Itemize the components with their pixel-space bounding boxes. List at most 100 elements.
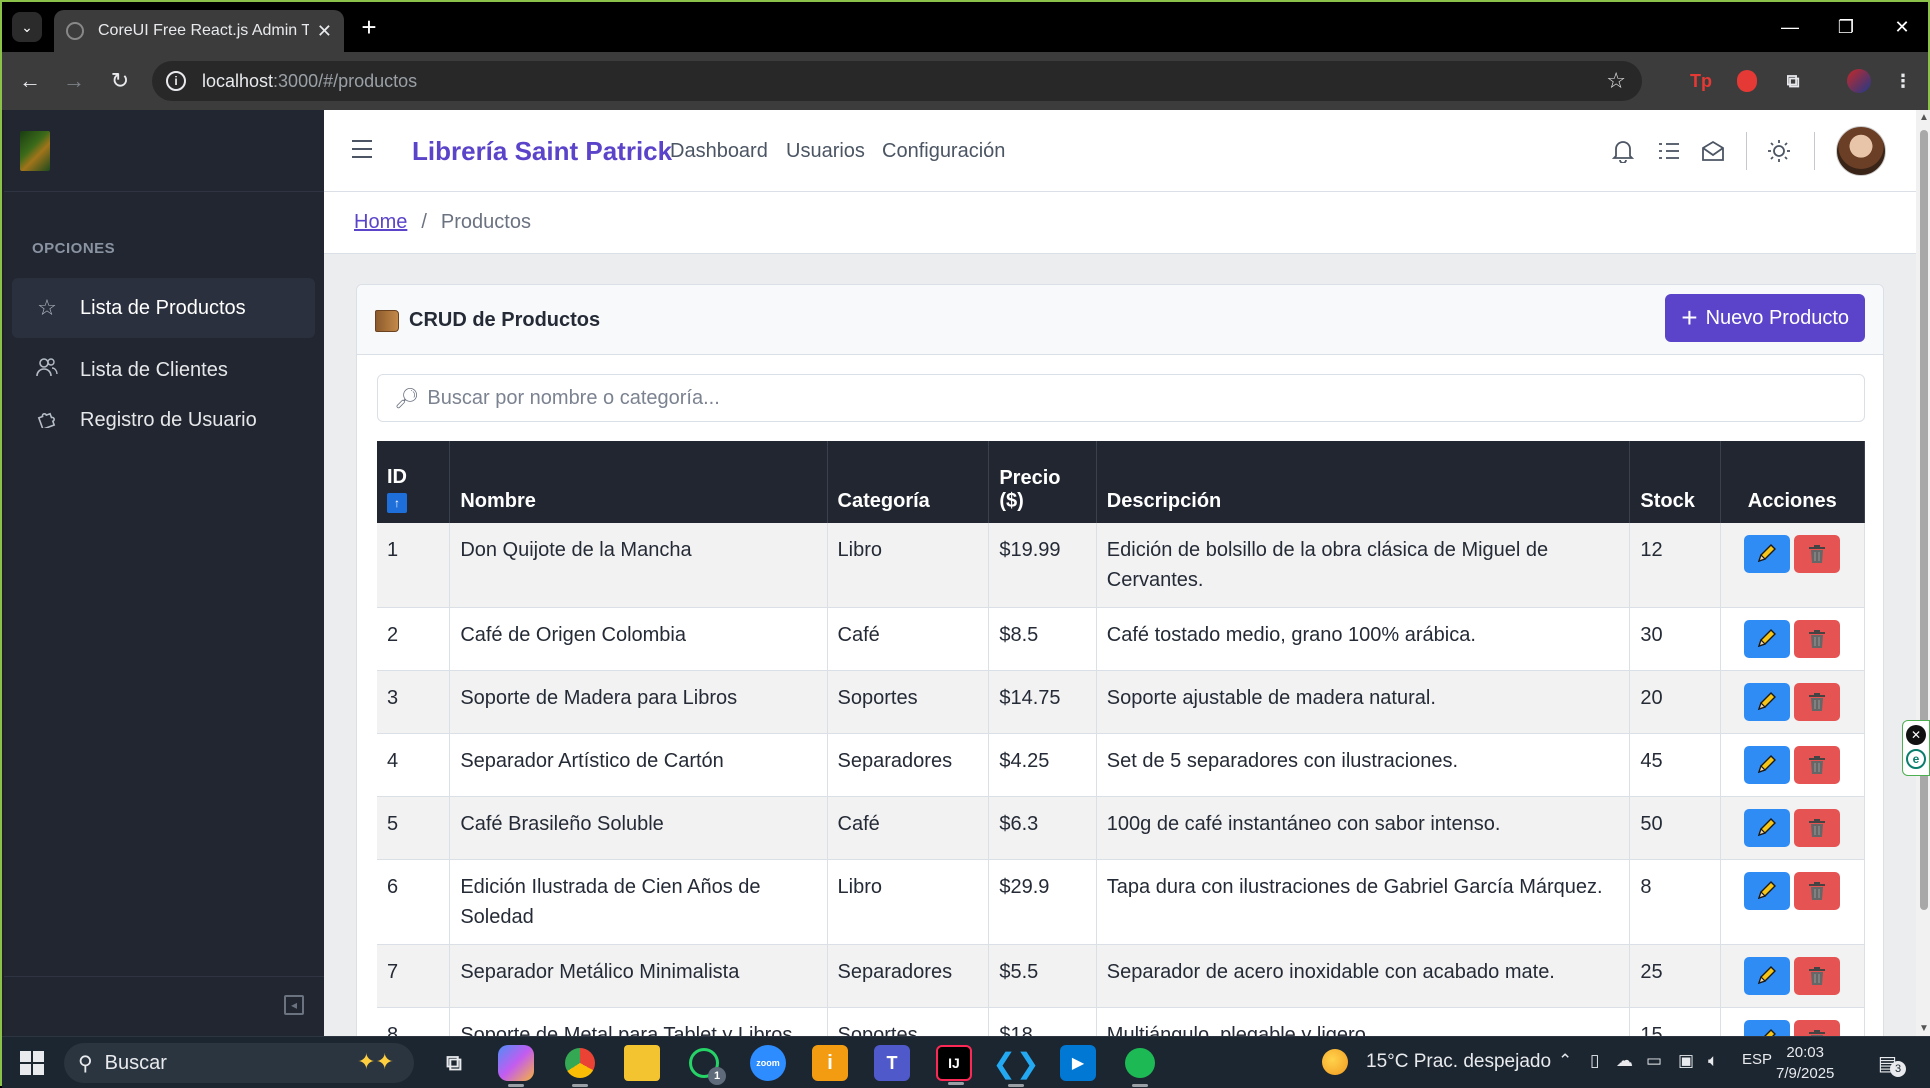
collapse-sidebar-icon[interactable]: ◂	[284, 995, 304, 1015]
tray-device-icon[interactable]: ▯	[1590, 1051, 1599, 1071]
nav-link-usuarios[interactable]: Usuarios	[786, 140, 865, 163]
whatsapp-app-icon[interactable]: 1	[686, 1045, 726, 1085]
envelope-icon[interactable]	[1700, 138, 1726, 164]
vscode-app-icon[interactable]: ❮❯	[993, 1045, 1039, 1087]
zoom-app-icon[interactable]: zoom	[750, 1045, 786, 1081]
bell-icon[interactable]	[1610, 138, 1636, 164]
cell-precio: $29.9	[988, 859, 1097, 945]
profile-avatar-icon[interactable]	[1844, 66, 1874, 96]
hamburger-menu-icon[interactable]	[352, 140, 372, 164]
reload-button[interactable]: ↻	[104, 65, 136, 97]
table-row: 6 Edición Ilustrada de Cien Años de Soled…	[377, 859, 1865, 945]
sidebar-brand[interactable]	[4, 110, 324, 192]
taskbar-search[interactable]: ⚲ Buscar ✦✦	[64, 1043, 414, 1083]
scroll-down-arrow-icon[interactable]: ▼	[1918, 1023, 1930, 1034]
back-button[interactable]: ←	[14, 65, 46, 97]
user-avatar[interactable]	[1836, 126, 1886, 176]
tab-list-button[interactable]: ⌄	[12, 12, 42, 42]
new-tab-button[interactable]: +	[354, 12, 384, 42]
intellij-app-icon[interactable]: IJ	[936, 1045, 972, 1085]
browser-tab-active[interactable]: CoreUI Free React.js Admin Tem ✕	[54, 10, 344, 52]
browser-menu-icon[interactable]: ⋮	[1888, 66, 1918, 96]
close-tab-icon[interactable]: ✕	[317, 21, 332, 42]
taskbar-clock[interactable]: 20:03 7/9/2025	[1776, 1042, 1834, 1084]
sidebar-item-registro-usuario[interactable]: Registro de Usuario	[12, 390, 315, 450]
windows-start-icon[interactable]	[20, 1051, 44, 1075]
close-window-button[interactable]: ✕	[1874, 10, 1930, 44]
delete-button[interactable]	[1794, 872, 1841, 910]
table-row: 5 Café Brasileño Soluble Café $6.3 100g de c…	[377, 796, 1865, 860]
edit-button[interactable]	[1744, 1020, 1791, 1036]
column-header-categoria[interactable]: Categoría	[827, 441, 990, 523]
delete-button[interactable]	[1794, 957, 1841, 995]
extensions-puzzle-icon[interactable]: ⧉	[1778, 66, 1808, 96]
nav-link-configuracion[interactable]: Configuración	[882, 140, 1005, 163]
delete-button[interactable]	[1794, 535, 1841, 573]
product-search-field[interactable]: 🔎︎	[377, 374, 1865, 422]
extension-tp-icon[interactable]: Tp	[1686, 66, 1716, 96]
theme-sun-icon[interactable]	[1766, 138, 1792, 164]
weather-widget[interactable]: 15°C Prac. despejado	[1322, 1049, 1551, 1075]
media-app-icon[interactable]: ▶	[1060, 1045, 1096, 1081]
app-brand[interactable]: Librería Saint Patrick	[412, 136, 672, 167]
cell-categoria: Café	[827, 607, 990, 671]
sidebar-item-label: Registro de Usuario	[80, 408, 257, 431]
copilot-app-icon[interactable]	[498, 1045, 534, 1087]
edit-button[interactable]	[1744, 957, 1791, 995]
scrollbar-thumb[interactable]	[1920, 130, 1928, 910]
sublime-app-icon[interactable]: i	[812, 1045, 848, 1081]
delete-button[interactable]	[1794, 746, 1841, 784]
column-header-id[interactable]: ID ↑	[377, 441, 451, 523]
extension-e-icon[interactable]: e	[1906, 749, 1926, 769]
search-input[interactable]	[427, 386, 1864, 410]
scroll-up-arrow-icon[interactable]: ▲	[1918, 112, 1930, 123]
site-info-icon[interactable]: i	[166, 71, 186, 91]
pencil-icon	[1758, 692, 1777, 711]
file-explorer-icon[interactable]	[624, 1045, 660, 1081]
delete-button[interactable]	[1794, 620, 1841, 658]
column-header-precio[interactable]: Precio ($)	[988, 441, 1097, 523]
battery-icon[interactable]: ▭	[1646, 1051, 1662, 1071]
extension-shield-icon[interactable]	[1732, 66, 1762, 96]
sidebar-toggler[interactable]: ◂	[4, 976, 324, 1036]
cell-actions	[1720, 733, 1865, 797]
language-indicator[interactable]: ESP	[1742, 1051, 1772, 1068]
tray-chevron-icon[interactable]: ⌃	[1558, 1051, 1572, 1071]
new-product-button[interactable]: + Nuevo Producto	[1665, 294, 1865, 342]
volume-icon[interactable]: 🔈︎	[1708, 1051, 1718, 1071]
nav-link-dashboard[interactable]: Dashboard	[670, 140, 768, 163]
edit-button[interactable]	[1744, 620, 1791, 658]
column-header-stock[interactable]: Stock	[1629, 441, 1721, 523]
forward-button[interactable]: →	[58, 65, 90, 97]
edit-button[interactable]	[1744, 872, 1791, 910]
bookmark-star-icon[interactable]: ☆	[1606, 68, 1626, 94]
restore-button[interactable]: ❐	[1818, 10, 1874, 44]
minimize-button[interactable]: —	[1762, 10, 1818, 44]
chrome-app-icon[interactable]	[562, 1045, 598, 1087]
address-bar[interactable]: i localhost:3000/#/productos ☆	[152, 61, 1642, 101]
column-header-nombre[interactable]: Nombre	[449, 441, 828, 523]
floating-extension-widget[interactable]: ✕ e	[1902, 720, 1930, 776]
teams-app-icon[interactable]: T	[874, 1045, 910, 1081]
page-scrollbar[interactable]: ▲ ▼	[1916, 110, 1930, 1036]
spotify-app-icon[interactable]	[1122, 1045, 1158, 1087]
delete-button[interactable]	[1794, 809, 1841, 847]
network-icon[interactable]: ▣	[1678, 1051, 1694, 1071]
edit-button[interactable]	[1744, 535, 1791, 573]
notifications-icon[interactable]: ▤ 3	[1878, 1051, 1906, 1077]
task-list-icon[interactable]	[1656, 138, 1682, 164]
table-header-row: ID ↑ Nombre Categoría Precio ($) Descrip…	[377, 441, 1865, 523]
edit-button[interactable]	[1744, 683, 1791, 721]
task-view-icon[interactable]: ⧉	[436, 1045, 472, 1081]
delete-button[interactable]	[1794, 1020, 1841, 1036]
notification-badge: 3	[1890, 1061, 1906, 1077]
edit-button[interactable]	[1744, 809, 1791, 847]
close-widget-icon[interactable]: ✕	[1906, 725, 1926, 745]
delete-button[interactable]	[1794, 683, 1841, 721]
sort-ascending-icon[interactable]: ↑	[387, 493, 407, 513]
edit-button[interactable]	[1744, 746, 1791, 784]
breadcrumb-home-link[interactable]: Home	[354, 211, 407, 234]
sidebar-item-lista-productos[interactable]: ☆ Lista de Productos	[12, 278, 315, 338]
column-header-descripcion[interactable]: Descripción	[1096, 441, 1631, 523]
tray-cloud-icon[interactable]: ☁	[1616, 1051, 1633, 1071]
